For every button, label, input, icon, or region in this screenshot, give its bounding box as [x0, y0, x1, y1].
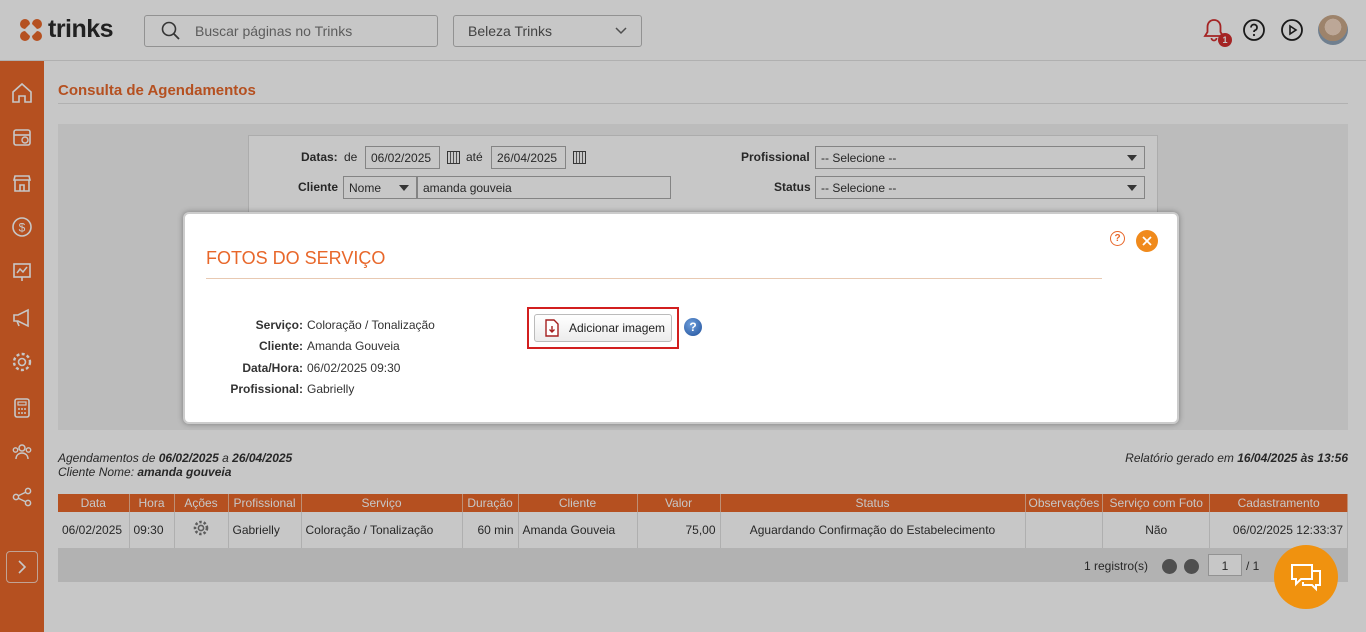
- add-image-button[interactable]: Adicionar imagem: [534, 314, 672, 342]
- add-image-label: Adicionar imagem: [569, 321, 666, 335]
- info-value: Gabrielly: [307, 382, 355, 396]
- close-icon: [1142, 236, 1152, 246]
- info-label: Serviço:: [255, 318, 303, 332]
- close-button[interactable]: [1136, 230, 1158, 252]
- modal-divider: [206, 278, 1102, 279]
- chat-button[interactable]: [1274, 545, 1338, 609]
- info-value: Coloração / Tonalização: [307, 318, 435, 332]
- info-label: Cliente:: [258, 339, 303, 353]
- info-value: 06/02/2025 09:30: [307, 361, 401, 375]
- info-value: Amanda Gouveia: [307, 339, 400, 353]
- modal-title: FOTOS DO SERVIÇO: [206, 248, 386, 268]
- service-photos-modal: ? FOTOS DO SERVIÇO Serviço: Coloração / …: [183, 212, 1179, 424]
- modal-help-icon[interactable]: ?: [1110, 231, 1125, 246]
- info-label: Data/Hora:: [242, 361, 303, 375]
- help-icon[interactable]: ?: [684, 318, 702, 336]
- chat-icon: [1291, 564, 1321, 592]
- file-download-icon: [545, 319, 559, 337]
- add-image-highlight: Adicionar imagem: [527, 307, 679, 349]
- info-label: Profissional:: [230, 382, 303, 396]
